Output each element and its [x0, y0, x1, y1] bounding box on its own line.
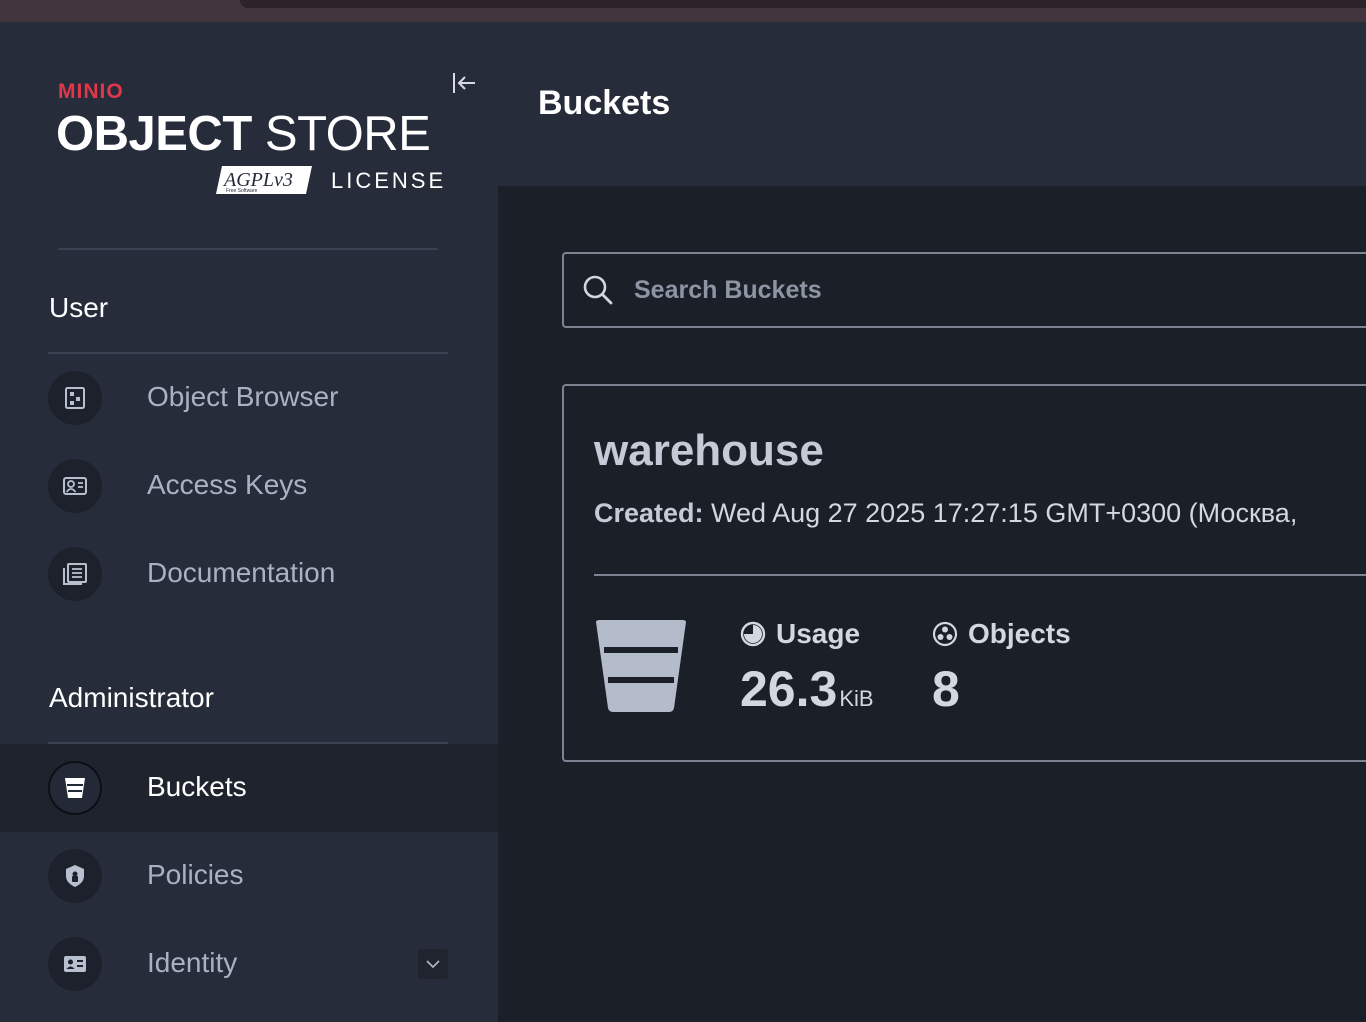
usage-value-row: 26.3KiB [740, 660, 874, 718]
sidebar-item-label: Buckets [147, 771, 247, 802]
page-header: Buckets [498, 22, 1366, 186]
sidebar-item-identity[interactable]: Identity [0, 920, 498, 1008]
documentation-icon [48, 547, 102, 601]
usage-value: 26.3 [740, 661, 838, 717]
minio-wordmark: MINIO [58, 80, 124, 103]
sidebar-item-documentation[interactable]: Documentation [0, 530, 498, 618]
sidebar-item-label: Policies [147, 859, 244, 890]
main-content: warehouse Created: Wed Aug 27 2025 17:27… [498, 186, 1366, 1022]
sidebar-item-label: Access Keys [147, 469, 308, 500]
browser-top-bar [0, 0, 1366, 22]
collapse-sidebar-icon[interactable] [450, 70, 478, 96]
sidebar-item-label: Object Browser [147, 381, 339, 412]
bucket-created: Created: Wed Aug 27 2025 17:27:15 GMT+03… [594, 498, 1297, 529]
bucket-card[interactable]: warehouse Created: Wed Aug 27 2025 17:27… [562, 384, 1366, 762]
identity-icon [48, 937, 102, 991]
sidebar-item-access-keys[interactable]: Access Keys [0, 442, 498, 530]
usage-unit: KiB [839, 686, 874, 711]
objects-label-row: Objects [932, 618, 1071, 650]
usage-label-row: Usage [740, 618, 874, 650]
card-divider [594, 574, 1366, 576]
objects-label: Objects [968, 618, 1071, 649]
sidebar: MINIO OBJECT STORE AGPLv3 Free Software … [0, 22, 498, 1022]
license-label: LICENSE [331, 168, 447, 193]
objects-metric: Objects 8 [932, 618, 1071, 718]
objects-icon [932, 621, 958, 647]
access-keys-icon [48, 459, 102, 513]
browser-tab-strip [240, 0, 1366, 8]
usage-metric: Usage 26.3KiB [740, 618, 874, 718]
search-icon [583, 275, 613, 305]
sidebar-item-policies[interactable]: Policies [0, 832, 498, 920]
page-title: Buckets [538, 84, 671, 122]
object-store-title: OBJECT STORE [56, 107, 431, 161]
section-title-administrator: Administrator [49, 682, 214, 713]
search-input[interactable] [634, 268, 1334, 312]
minio-logo[interactable]: MINIO OBJECT STORE AGPLv3 Free Software … [56, 80, 443, 200]
chevron-down-icon[interactable] [418, 949, 448, 979]
section-title-user: User [49, 292, 109, 323]
usage-label: Usage [776, 618, 861, 649]
sidebar-item-label: Identity [147, 947, 238, 978]
svg-text:Free Software: Free Software [226, 188, 258, 194]
objects-value: 8 [932, 661, 960, 717]
bucket-icon [596, 620, 686, 712]
created-label: Created: [594, 498, 704, 528]
object-browser-icon [48, 371, 102, 425]
bucket-name[interactable]: warehouse [594, 426, 824, 476]
bucket-icon [48, 761, 102, 815]
sidebar-item-object-browser[interactable]: Object Browser [0, 354, 498, 442]
sidebar-item-buckets[interactable]: Buckets [0, 744, 498, 832]
policies-icon [48, 849, 102, 903]
created-value: Wed Aug 27 2025 17:27:15 GMT+0300 (Москв… [711, 498, 1298, 528]
agpl-badge: AGPLv3 Free Software [216, 166, 312, 194]
usage-pie-icon [740, 621, 766, 647]
sidebar-item-label: Documentation [147, 557, 336, 588]
search-box[interactable] [562, 252, 1366, 328]
logo-divider [58, 248, 438, 250]
